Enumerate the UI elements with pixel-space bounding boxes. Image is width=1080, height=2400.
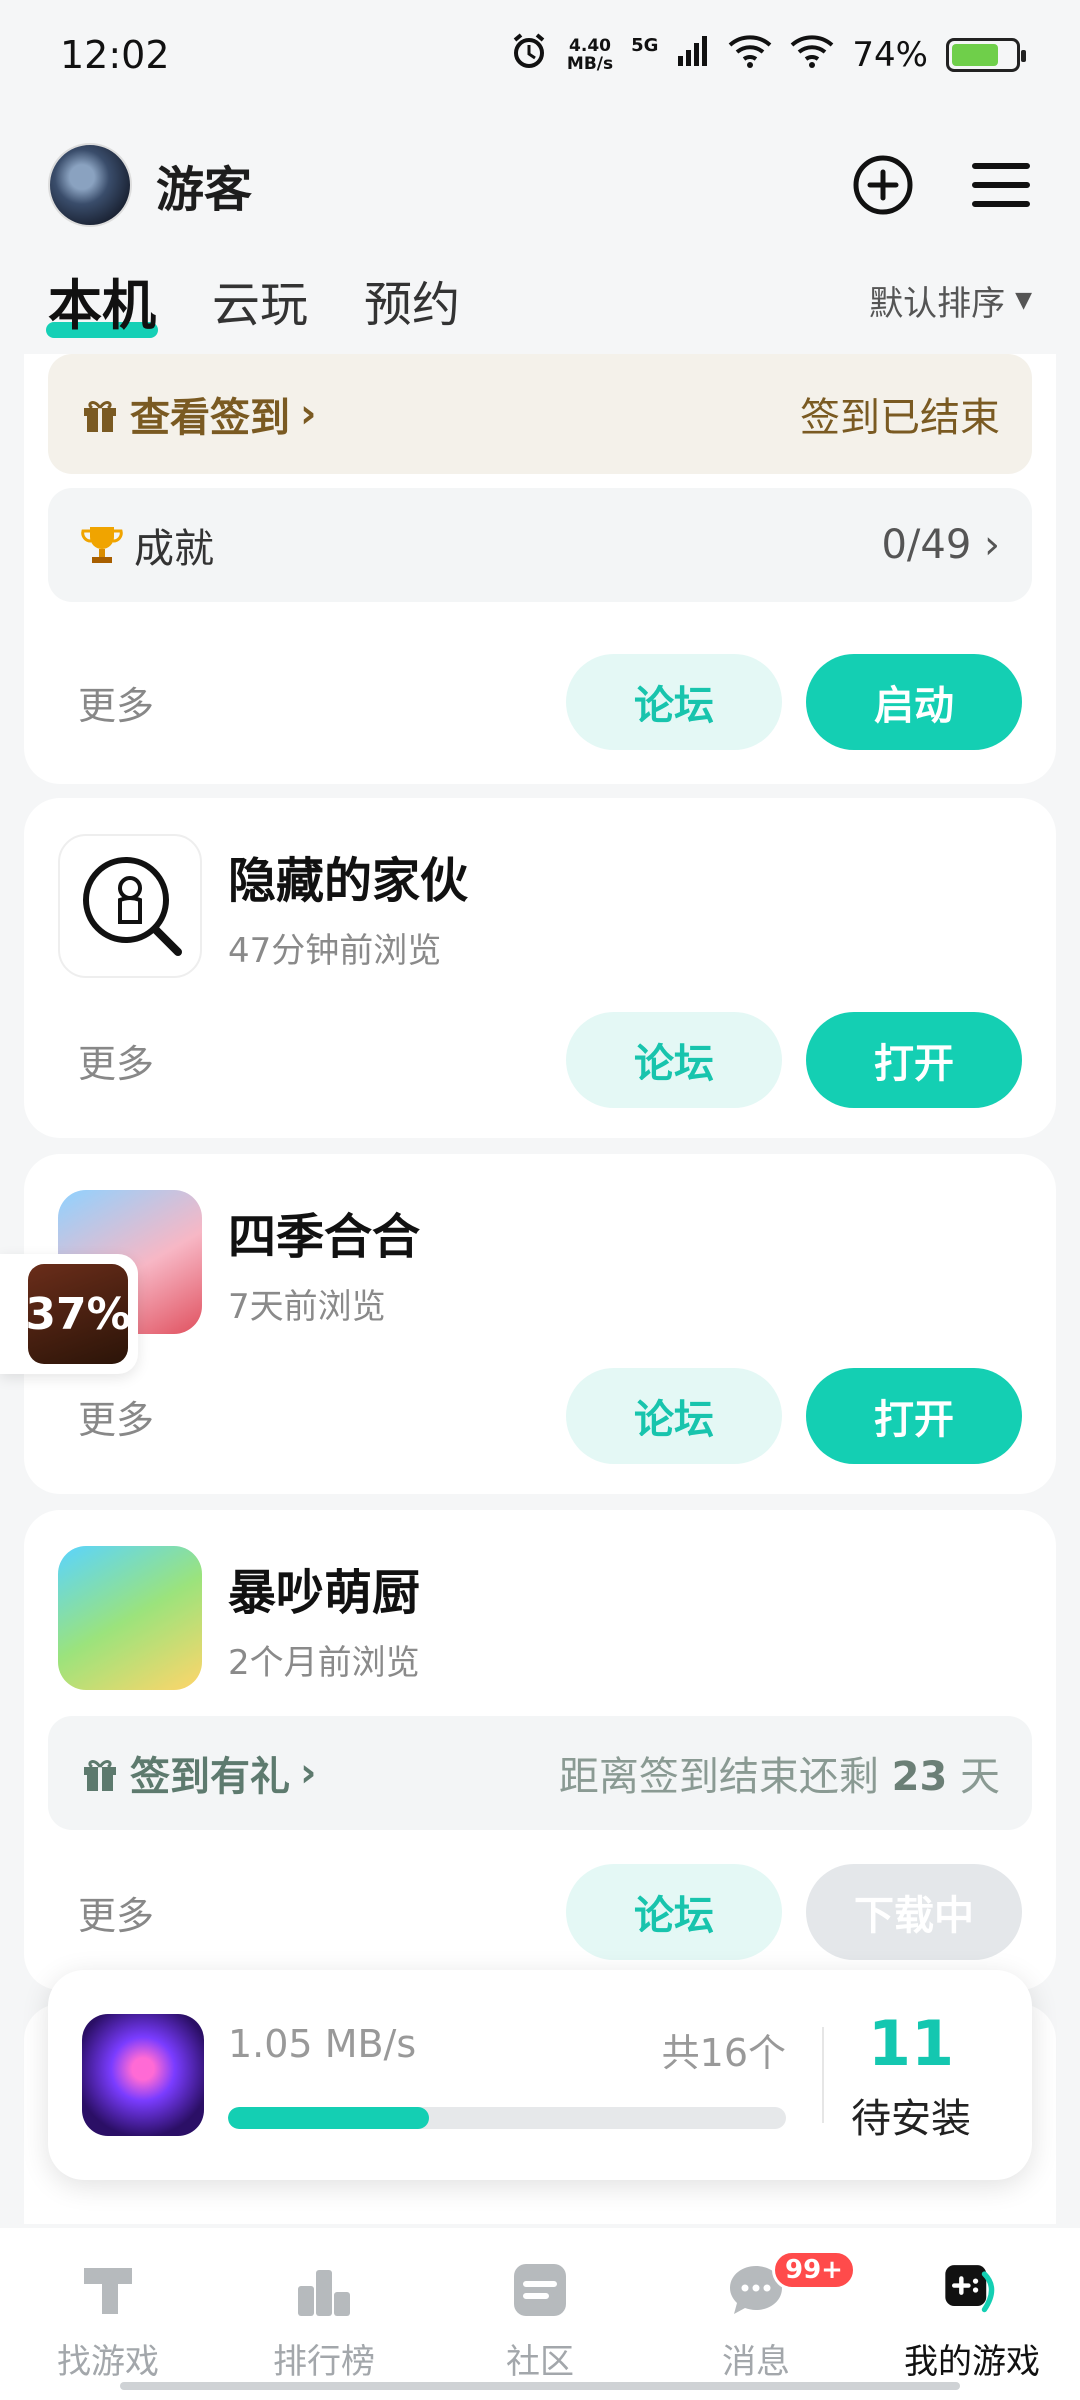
menu-icon	[972, 163, 1030, 207]
caret-down-icon: ▼	[1015, 287, 1032, 313]
nav-find-games[interactable]: 找游戏	[0, 2258, 216, 2400]
open-button[interactable]: 打开	[806, 1368, 1022, 1464]
game-last-viewed: 47分钟前浏览	[228, 930, 442, 971]
game-list[interactable]: 查看签到 › 签到已结束 成就 0/49 › 更多 论坛 启动 隐藏的家伙 47…	[0, 354, 1080, 2224]
forum-button[interactable]: 论坛	[566, 1012, 782, 1108]
checkin-status: 签到已结束	[800, 395, 1000, 441]
status-bar: 12:02 4.40 MB/s 5G 74%	[0, 0, 1080, 110]
game-title: 四季合合	[228, 1208, 421, 1265]
game-title: 暴吵萌厨	[228, 1564, 421, 1621]
chevron-right-icon: ›	[300, 391, 317, 437]
achievement-progress: 0/49 ›	[881, 522, 1000, 568]
game-last-viewed: 2个月前浏览	[228, 1642, 420, 1683]
status-time: 12:02	[60, 33, 170, 77]
bubble-percent: 37%	[25, 1264, 131, 1364]
network-label: 5G	[631, 34, 659, 56]
checkin-label: 查看签到	[130, 395, 290, 441]
game-card: 四季合合 7天前浏览 更多 论坛 打开	[24, 1154, 1056, 1494]
avatar[interactable]	[48, 143, 132, 227]
wifi-icon	[728, 33, 772, 78]
more-button[interactable]: 更多	[78, 1033, 154, 1088]
tab-local[interactable]: 本机	[46, 261, 158, 340]
download-panel[interactable]: 1.05 MB/s 共16个 11 待安装	[48, 1970, 1032, 2180]
nav-my-games[interactable]: 我的游戏	[864, 2258, 1080, 2400]
tab-bar: 本机 云玩 预约 默认排序 ▼	[0, 250, 1080, 350]
pending-count: 11	[867, 2006, 955, 2080]
plus-circle-icon	[853, 155, 913, 215]
game-card: 查看签到 › 签到已结束 成就 0/49 › 更多 论坛 启动	[24, 354, 1056, 784]
magnifier-character-icon	[83, 857, 182, 956]
achievement-label: 成就	[134, 526, 214, 572]
more-button[interactable]: 更多	[78, 1389, 154, 1444]
nav-label: 消息	[722, 2342, 790, 2382]
pending-install[interactable]: 11 待安装	[824, 2007, 998, 2144]
add-button[interactable]	[852, 154, 914, 216]
alarm-icon	[509, 31, 549, 80]
tab-reserve[interactable]: 预约	[364, 265, 460, 335]
ranking-icon	[292, 2258, 356, 2322]
trophy-icon	[81, 527, 123, 563]
forum-button[interactable]: 论坛	[566, 1368, 782, 1464]
find-games-icon	[76, 2258, 140, 2322]
download-progress-bar	[228, 2106, 786, 2129]
nav-label: 社区	[506, 2342, 574, 2382]
menu-button[interactable]	[970, 154, 1032, 216]
bottom-nav: 找游戏 排行榜 社区 99+ 消息 我的游戏	[0, 2228, 1080, 2400]
launch-button[interactable]: 启动	[806, 654, 1022, 750]
game-icon[interactable]	[58, 1546, 202, 1690]
signal-icon	[676, 34, 710, 77]
game-card: 隐藏的家伙 47分钟前浏览 更多 论坛 打开	[24, 798, 1056, 1138]
nav-messages[interactable]: 99+ 消息	[648, 2250, 864, 2400]
community-icon	[508, 2258, 572, 2322]
header: 游客	[0, 130, 1080, 240]
achievement-row[interactable]: 成就 0/49 ›	[48, 488, 1032, 602]
game-card: 暴吵萌厨 2个月前浏览 签到有礼 › 距离签到结束还剩 23 天 更多 论坛 下…	[24, 1510, 1056, 1990]
gift-icon	[84, 1760, 116, 1791]
downloading-button: 下载中	[806, 1864, 1022, 1960]
floating-download-bubble[interactable]: 37%	[0, 1254, 138, 1374]
nav-community[interactable]: 社区	[432, 2258, 648, 2400]
nav-rankings[interactable]: 排行榜	[216, 2258, 432, 2400]
more-button[interactable]: 更多	[78, 675, 154, 730]
message-badge: 99+	[772, 2250, 856, 2290]
checkin-label: 签到有礼	[130, 1754, 290, 1800]
game-icon[interactable]	[58, 834, 202, 978]
nav-label: 我的游戏	[904, 2342, 1040, 2382]
user-name[interactable]: 游客	[156, 150, 252, 220]
wifi-icon-2	[790, 33, 834, 78]
status-icons: 4.40 MB/s 5G 74%	[509, 31, 1026, 80]
download-total: 共16个	[661, 2030, 786, 2075]
forum-button[interactable]: 论坛	[566, 654, 782, 750]
gift-icon	[84, 401, 116, 432]
pending-label: 待安装	[851, 2095, 971, 2142]
checkin-countdown: 距离签到结束还剩 23 天	[558, 1754, 1000, 1800]
more-button[interactable]: 更多	[78, 1885, 154, 1940]
checkin-banner[interactable]: 查看签到 › 签到已结束	[48, 354, 1032, 474]
nav-label: 排行榜	[273, 2342, 375, 2382]
chevron-right-icon: ›	[300, 1750, 317, 1796]
battery-percent: 74%	[852, 35, 928, 75]
checkin-banner[interactable]: 签到有礼 › 距离签到结束还剩 23 天	[48, 1716, 1032, 1830]
tab-cloud[interactable]: 云玩	[212, 265, 308, 335]
sort-dropdown[interactable]: 默认排序 ▼	[869, 276, 1032, 325]
net-speed: 4.40 MB/s	[566, 36, 614, 74]
open-button[interactable]: 打开	[806, 1012, 1022, 1108]
nav-label: 找游戏	[57, 2342, 159, 2382]
sort-label: 默认排序	[869, 283, 1006, 324]
battery-icon	[946, 38, 1026, 72]
home-indicator	[120, 2382, 960, 2390]
game-title: 隐藏的家伙	[228, 852, 469, 909]
download-game-icon	[82, 2014, 204, 2136]
download-speed: 1.05 MB/s	[228, 2021, 417, 2066]
gamepad-icon	[940, 2258, 1004, 2322]
forum-button[interactable]: 论坛	[566, 1864, 782, 1960]
game-last-viewed: 7天前浏览	[228, 1286, 386, 1327]
